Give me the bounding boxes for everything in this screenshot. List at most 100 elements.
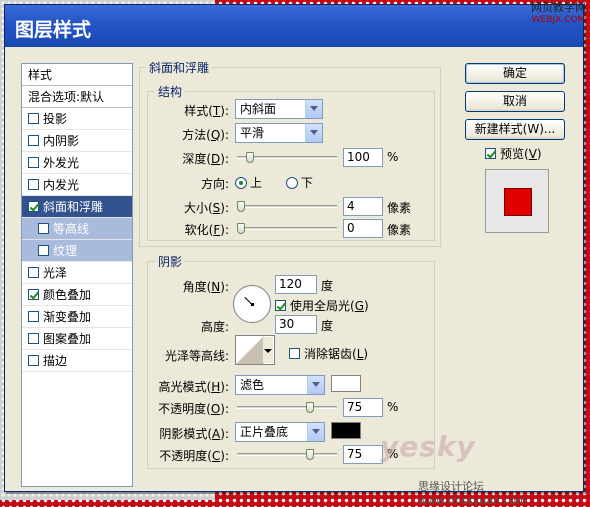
style-label: 样式(T):: [184, 104, 229, 118]
gloss-contour-label: 光泽等高线:: [164, 349, 229, 363]
watermark-bottom-line: 思缘设计论坛 www.missyuan.com: [418, 480, 527, 507]
checkbox-unchecked-icon[interactable]: [38, 223, 49, 234]
depth-slider-thumb[interactable]: [246, 152, 255, 163]
radio-on-icon: [235, 177, 247, 189]
blend-options-item[interactable]: 混合选项:默认: [22, 86, 132, 108]
cancel-button[interactable]: 取消: [465, 91, 565, 112]
style-list-item[interactable]: 外发光: [22, 152, 132, 174]
style-list-item[interactable]: 等高线: [22, 218, 132, 240]
soften-input[interactable]: 0: [343, 219, 383, 238]
style-list-item[interactable]: 图案叠加: [22, 328, 132, 350]
dialog-title: 图层样式: [5, 5, 583, 47]
checkbox-unchecked-icon[interactable]: [28, 267, 39, 278]
depth-unit: %: [387, 150, 399, 164]
highlight-mode-label: 高光模式(H):: [158, 380, 229, 394]
depth-label-text: 深度(: [182, 152, 212, 166]
highlight-opacity-slider-thumb[interactable]: [306, 402, 314, 413]
shadow-mode-label-key: A: [212, 427, 221, 441]
new-style-button[interactable]: 新建样式(W)...: [465, 119, 565, 140]
angle-unit: 度: [321, 279, 334, 293]
size-label-key: S: [212, 201, 221, 215]
checkbox-unchecked-icon[interactable]: [28, 113, 39, 124]
gloss-contour-picker[interactable]: [235, 335, 275, 365]
shadow-opacity-slider-track[interactable]: [237, 453, 337, 456]
checkbox-unchecked-icon[interactable]: [28, 333, 39, 344]
style-list-item-label: 内发光: [43, 178, 80, 192]
chevron-down-icon: [305, 100, 322, 118]
highlight-opacity-label: 不透明度(O):: [158, 402, 229, 416]
shadow-opacity-slider-thumb[interactable]: [306, 449, 314, 460]
style-list-item-label: 描边: [43, 354, 68, 368]
highlight-opacity-slider-track[interactable]: [237, 406, 337, 409]
style-list-item-label: 光泽: [43, 266, 68, 280]
style-list-item-label: 图案叠加: [43, 332, 92, 346]
style-list-item[interactable]: 渐变叠加: [22, 306, 132, 328]
direction-radio-group: 上 下: [235, 174, 313, 191]
style-list-header[interactable]: 样式: [22, 64, 132, 86]
checkbox-unchecked-icon[interactable]: [28, 179, 39, 190]
direction-up-radio[interactable]: 上: [235, 176, 262, 190]
altitude-label: 高度:: [200, 320, 229, 334]
altitude-input[interactable]: 30: [275, 315, 317, 334]
soften-slider-track[interactable]: [237, 227, 337, 230]
anti-alias-checkbox[interactable]: 消除锯齿(L): [289, 345, 368, 362]
contour-shape-icon: [236, 336, 264, 364]
angle-dial[interactable]: [233, 285, 271, 323]
direction-down-radio[interactable]: 下: [285, 176, 313, 190]
size-label: 大小(S):: [183, 201, 229, 215]
checkbox-unchecked-icon[interactable]: [28, 355, 39, 366]
shadow-opacity-input[interactable]: 75: [343, 445, 383, 464]
style-list: 样式 混合选项:默认 投影 内阴影 外发光内发光斜面和浮雕 等高线 纹理光泽颜色叠加渐变…: [21, 63, 133, 487]
shadow-mode-value: 正片叠底: [240, 425, 289, 439]
soften-label-key: F: [213, 223, 221, 237]
bevel-emboss-title: 斜面和浮雕: [146, 59, 213, 76]
style-list-item[interactable]: 描边: [22, 350, 132, 372]
angle-label-key: N: [211, 280, 221, 294]
highlight-color-swatch[interactable]: [331, 375, 361, 392]
highlight-opacity-label-key: O: [210, 402, 221, 416]
shadow-color-swatch[interactable]: [331, 422, 361, 439]
size-label-text: 大小(: [183, 201, 213, 215]
global-light-checkbox[interactable]: 使用全局光(G): [275, 297, 369, 314]
highlight-mode-value: 滤色: [240, 378, 265, 392]
preview-checkbox[interactable]: 预览(V): [485, 145, 542, 162]
size-slider-track[interactable]: [237, 205, 337, 208]
size-slider-thumb[interactable]: [237, 201, 245, 212]
style-label-text: 样式(: [184, 104, 213, 118]
checkbox-unchecked-icon[interactable]: [28, 311, 39, 322]
technique-label-text: 方法(: [182, 128, 211, 142]
size-input[interactable]: 4: [343, 197, 383, 216]
shadow-mode-select[interactable]: 正片叠底: [235, 422, 325, 442]
checkbox-checked-icon[interactable]: [28, 289, 39, 300]
style-list-item[interactable]: 斜面和浮雕: [22, 196, 132, 218]
highlight-opacity-input[interactable]: 75: [343, 398, 383, 417]
highlight-opacity-label-text: 不透明度(: [158, 402, 211, 416]
highlight-mode-select[interactable]: 滤色: [235, 375, 325, 395]
style-list-item-label: 颜色叠加: [43, 288, 92, 302]
style-list-item[interactable]: 纹理: [22, 240, 132, 262]
checkbox-unchecked-icon[interactable]: [38, 245, 49, 256]
checkbox-unchecked-icon[interactable]: [28, 157, 39, 168]
angle-input[interactable]: 120: [275, 275, 317, 294]
depth-input[interactable]: 100: [343, 148, 383, 167]
style-list-item[interactable]: 光泽: [22, 262, 132, 284]
style-list-item[interactable]: 颜色叠加: [22, 284, 132, 306]
watermark-top-line1: 网页教学网: [531, 1, 586, 14]
bevel-style-select[interactable]: 内斜面: [235, 99, 323, 119]
checkbox-checked-icon[interactable]: [28, 201, 39, 212]
size-unit: 像素: [387, 201, 412, 215]
style-list-item[interactable]: 内阴影: [22, 130, 132, 152]
chevron-down-icon: [307, 423, 324, 441]
highlight-mode-label-key: H: [211, 380, 221, 394]
technique-select[interactable]: 平滑: [235, 123, 323, 143]
soften-label: 软化(F):: [184, 223, 229, 237]
checkbox-checked-icon: [275, 300, 286, 311]
anti-alias-label: 消除锯齿(: [304, 347, 357, 361]
checkbox-unchecked-icon[interactable]: [28, 135, 39, 146]
ok-button[interactable]: 确定: [465, 63, 565, 84]
soften-slider-thumb[interactable]: [237, 223, 245, 234]
radio-off-icon: [285, 177, 298, 189]
style-list-item[interactable]: 内发光: [22, 174, 132, 196]
chevron-down-icon: [307, 376, 324, 394]
style-list-item[interactable]: 投影: [22, 108, 132, 130]
